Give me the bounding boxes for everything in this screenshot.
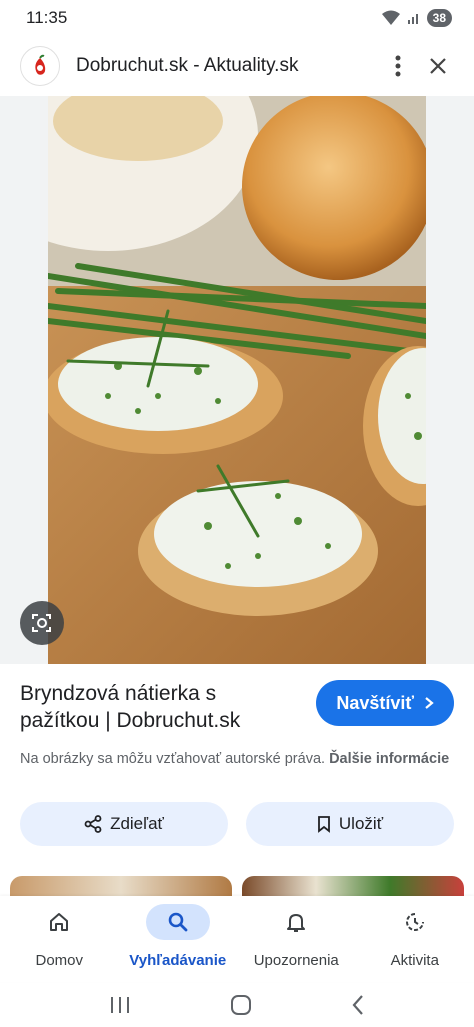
search-icon (168, 912, 188, 932)
nav-home[interactable]: Domov (3, 904, 115, 969)
copyright-text: Na obrázky sa môžu vzťahovať autorské pr… (20, 751, 326, 767)
nav-search-label: Vyhľadávanie (129, 952, 227, 969)
signal-icon (407, 14, 418, 24)
home-system-icon[interactable] (230, 994, 252, 1016)
nav-activity[interactable]: Aktivita (359, 904, 471, 969)
image-preview-area (0, 96, 474, 664)
chili-logo-icon (35, 54, 46, 75)
nav-home-label: Domov (35, 952, 83, 969)
share-button[interactable]: Zdieľať (20, 802, 228, 846)
result-title[interactable]: Bryndzová nátierka s pažítkou | Dobruchu… (20, 680, 290, 734)
bell-icon-wrap (264, 904, 328, 940)
back-icon[interactable] (351, 994, 365, 1016)
visit-button[interactable]: Navštíviť (316, 680, 454, 726)
activity-icon (405, 913, 424, 931)
google-lens-button[interactable] (20, 601, 64, 645)
home-icon-wrap (27, 904, 91, 940)
activity-icon-wrap (383, 904, 447, 940)
image-viewer-header: Dobruchut.sk - Aktuality.sk (0, 36, 474, 96)
recent-apps-icon[interactable] (109, 996, 131, 1014)
close-icon (430, 58, 446, 74)
save-label: Uložiť (338, 814, 384, 833)
lens-icon (32, 614, 51, 632)
bell-icon (287, 914, 306, 932)
bryndza-spread-image (48, 96, 426, 664)
status-time: 11:35 (26, 8, 68, 27)
title-row: Bryndzová nátierka s pažítkou | Dobruchu… (20, 680, 454, 734)
bottom-navigation: Domov Vyhľadávanie Upozornenia Aktivita (0, 896, 474, 982)
system-navigation-bar (0, 982, 474, 1027)
nav-notifications[interactable]: Upozornenia (240, 904, 352, 969)
close-button[interactable] (418, 46, 458, 86)
action-row: Zdieľať Uložiť (20, 802, 454, 846)
chevron-right-icon (425, 697, 434, 709)
share-label: Zdieľať (110, 814, 164, 833)
search-icon-wrap (145, 904, 210, 940)
status-icons: 38 (381, 9, 452, 27)
battery-indicator: 38 (426, 9, 452, 27)
visit-label: Navštíviť (336, 692, 414, 713)
copyright-notice: Na obrázky sa môžu vzťahovať autorské pr… (20, 748, 454, 770)
result-info: Bryndzová nátierka s pažítkou | Dobruchu… (0, 664, 474, 770)
food-photo[interactable] (48, 96, 426, 664)
share-icon (84, 815, 102, 833)
site-title[interactable]: Dobruchut.sk - Aktuality.sk (76, 55, 378, 77)
nav-activity-label: Aktivita (390, 952, 439, 969)
wifi-icon (381, 10, 400, 25)
more-info-link[interactable]: Ďalšie informácie (329, 751, 449, 767)
site-logo[interactable] (20, 46, 60, 86)
nav-search[interactable]: Vyhľadávanie (122, 904, 234, 969)
more-vert-icon (395, 55, 401, 77)
nav-notifications-label: Upozornenia (253, 952, 339, 969)
save-button[interactable]: Uložiť (246, 802, 454, 846)
home-icon (50, 913, 69, 931)
status-bar: 11:35 38 (0, 0, 474, 36)
more-options-button[interactable] (378, 46, 418, 86)
bookmark-icon (318, 816, 330, 833)
